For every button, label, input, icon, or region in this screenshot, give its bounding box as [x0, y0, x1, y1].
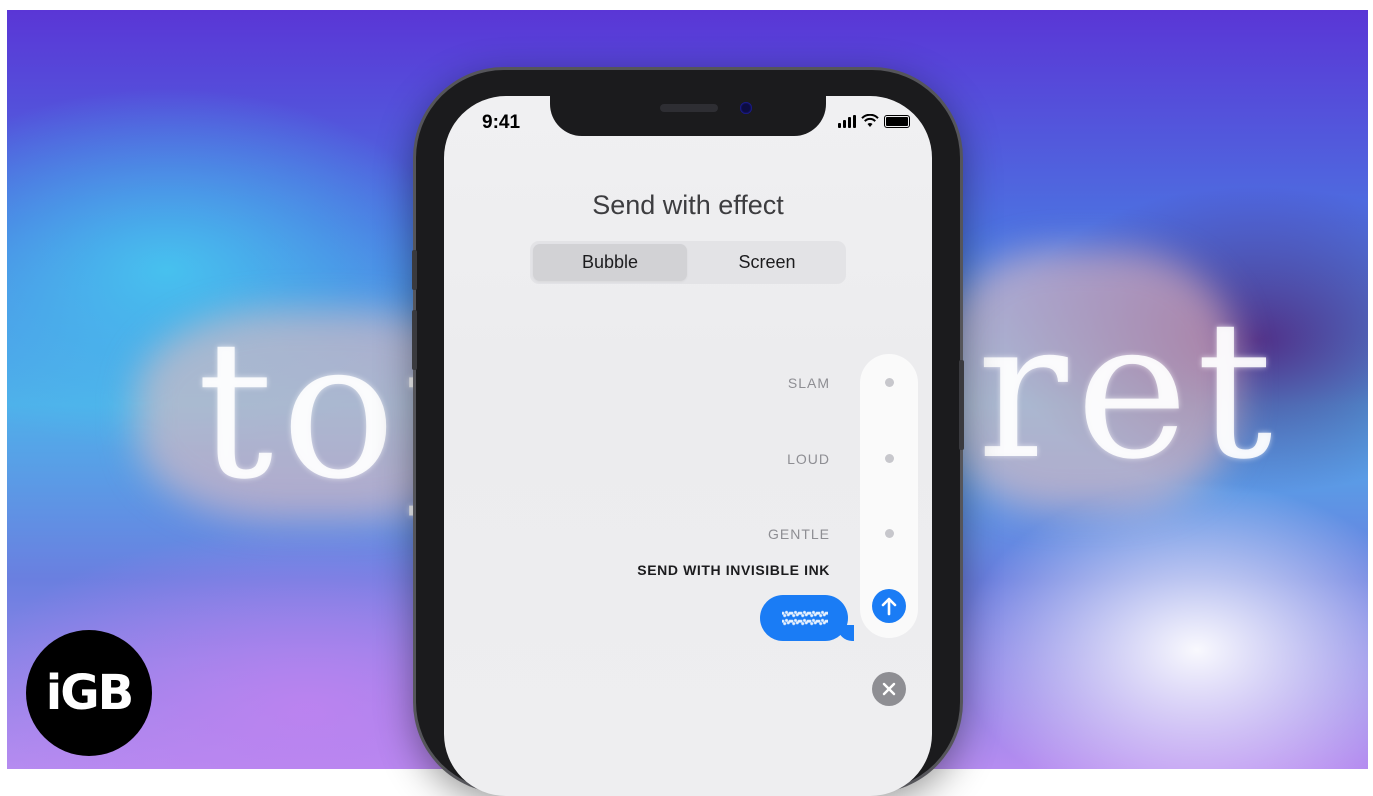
battery-icon — [884, 114, 910, 128]
status-icons — [838, 114, 910, 128]
volume-button — [412, 310, 417, 370]
power-button — [959, 360, 964, 450]
invisible-ink-preview — [782, 610, 828, 626]
arrow-up-icon — [881, 597, 897, 616]
effect-selector-track — [860, 354, 918, 638]
effect-dot-gentle[interactable] — [885, 529, 894, 538]
effect-option-slam[interactable]: SLAM — [788, 375, 830, 391]
message-bubble — [760, 595, 854, 641]
speaker-grille — [660, 104, 718, 112]
phone-screen: 9:41 Send with effect Bubble Screen SLAM… — [444, 96, 932, 796]
effect-option-invisible-ink[interactable]: SEND WITH INVISIBLE INK — [637, 562, 830, 578]
status-time: 9:41 — [482, 112, 521, 133]
volume-button — [412, 250, 417, 290]
tab-bubble[interactable]: Bubble — [533, 244, 687, 281]
camera-icon — [740, 102, 752, 114]
effect-option-gentle[interactable]: GENTLE — [768, 526, 830, 542]
send-button[interactable] — [872, 589, 906, 623]
notch — [550, 96, 826, 136]
effect-type-segmented-control: Bubble Screen — [530, 241, 846, 284]
close-button[interactable] — [872, 672, 906, 706]
effect-dot-loud[interactable] — [885, 454, 894, 463]
effect-dot-slam[interactable] — [885, 378, 894, 387]
close-icon — [882, 682, 896, 696]
wifi-icon — [861, 114, 879, 127]
tab-screen[interactable]: Screen — [690, 244, 844, 281]
effect-option-loud[interactable]: LOUD — [787, 451, 830, 467]
sheet-title: Send with effect — [592, 190, 784, 220]
igb-logo: iGB — [26, 630, 152, 756]
cellular-bars-icon — [838, 114, 856, 128]
chalk-text-right: ret — [977, 280, 1281, 501]
